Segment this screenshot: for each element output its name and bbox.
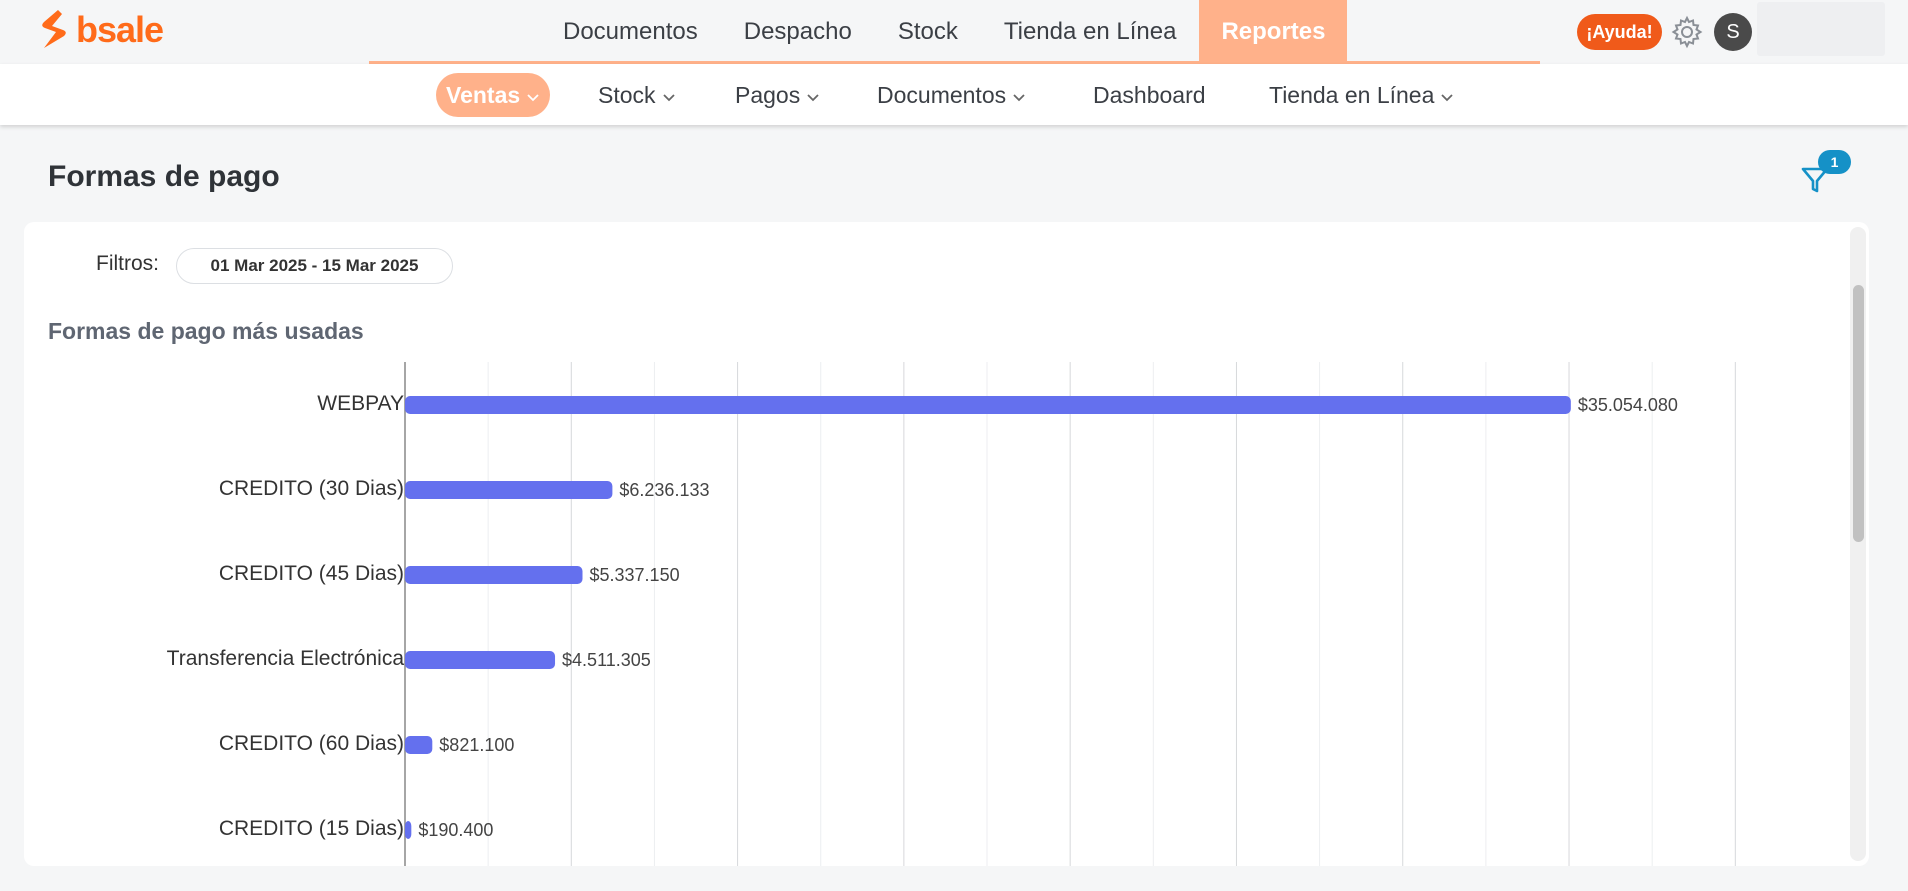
category-label: WEBPAY: [317, 392, 404, 415]
bar-value-label: $6.236.133: [619, 480, 709, 500]
chevron-down-icon: [1441, 93, 1454, 101]
sub-nav-label: Documentos: [877, 81, 1007, 108]
chevron-down-icon: [527, 93, 539, 101]
sub-nav-ventas[interactable]: Ventas: [436, 73, 551, 117]
top-bar: bsale Documentos Despacho Stock Tienda e…: [0, 0, 1908, 63]
chevron-down-icon: [807, 93, 819, 101]
chevron-down-icon: [662, 93, 675, 101]
main-nav-despacho[interactable]: Despacho: [721, 0, 875, 63]
date-filter-chip[interactable]: 01 Mar 2025 - 15 Mar 2025: [176, 248, 453, 284]
bar-value-label: $4.511.305: [562, 650, 651, 670]
main-nav-reportes[interactable]: Reportes: [1199, 0, 1348, 63]
main-nav-tienda-en-linea[interactable]: Tienda en Línea: [981, 0, 1200, 63]
bar-chart-svg: $35.054.080 $6.236.133 $5.337.150 $4.511.30…: [404, 362, 1736, 866]
category-label: CREDITO (45 Dias): [218, 562, 404, 585]
category-label: CREDITO (15 Dias): [218, 817, 404, 840]
bar-2[interactable]: [405, 566, 583, 584]
category-label: CREDITO (30 Dias): [218, 477, 404, 500]
payment-methods-chart: $35.054.080 $6.236.133 $5.337.150 $4.511.30…: [24, 362, 1844, 866]
category-label: Transferencia Electrónica: [166, 647, 404, 670]
bsale-logo[interactable]: bsale: [38, 8, 164, 52]
main-nav-stock[interactable]: Stock: [875, 0, 981, 63]
sub-nav: Ventas Stock Pagos Documentos Dashboard …: [0, 64, 1908, 125]
sub-nav-label: Dashboard: [1093, 81, 1206, 108]
account-placeholder: [1757, 2, 1885, 56]
logo-mark-icon: [42, 10, 66, 48]
main-nav: Documentos Despacho Stock Tienda en Líne…: [540, 0, 1348, 63]
sub-nav-dashboard[interactable]: Dashboard: [1093, 73, 1206, 117]
bar-value-label: $35.054.080: [1578, 395, 1678, 415]
filter-count-badge: 1: [1818, 150, 1851, 174]
sub-nav-pagos[interactable]: Pagos: [735, 73, 820, 117]
main-nav-documentos[interactable]: Documentos: [540, 0, 721, 63]
sub-nav-label: Pagos: [735, 81, 801, 108]
bar-value-label: $5.337.150: [590, 565, 680, 585]
sub-nav-tienda-en-linea[interactable]: Tienda en Línea: [1269, 73, 1454, 117]
sub-nav-stock[interactable]: Stock: [598, 73, 676, 117]
page-title: Formas de pago: [48, 160, 280, 193]
bar-1[interactable]: [405, 481, 613, 499]
sub-nav-label: Tienda en Línea: [1269, 81, 1435, 108]
bar-4[interactable]: [405, 736, 433, 754]
filters-label: Filtros:: [96, 252, 159, 275]
chevron-down-icon: [1013, 93, 1025, 101]
bar-value-label: $190.400: [418, 820, 493, 840]
sub-nav-label: Stock: [598, 81, 656, 108]
bar-5[interactable]: [405, 821, 412, 839]
report-card: Filtros: 01 Mar 2025 - 15 Mar 2025 Forma…: [24, 222, 1869, 866]
help-button[interactable]: ¡Ayuda!: [1577, 14, 1662, 50]
sub-nav-label: Ventas: [446, 81, 521, 108]
logo-text: bsale: [76, 9, 164, 50]
bar-0[interactable]: [405, 396, 1571, 414]
bar-3[interactable]: [405, 651, 556, 669]
gear-icon[interactable]: [1670, 15, 1704, 49]
chart-title: Formas de pago más usadas: [48, 318, 364, 344]
user-avatar[interactable]: S: [1714, 13, 1752, 51]
scrollbar-thumb[interactable]: [1853, 285, 1864, 542]
bar-value-label: $821.100: [439, 735, 514, 755]
category-label: CREDITO (60 Dias): [218, 732, 404, 755]
sub-nav-documentos[interactable]: Documentos: [877, 73, 1026, 117]
